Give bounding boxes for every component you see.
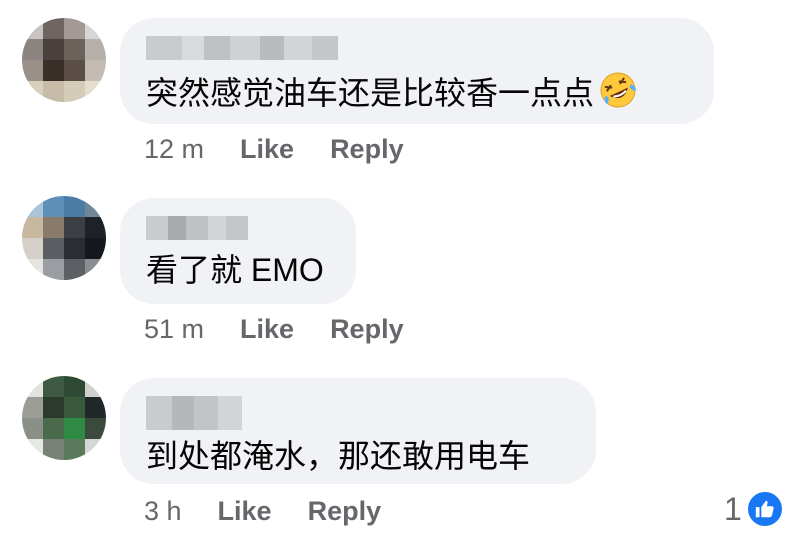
comment-bubble: 突然感觉油车还是比较香一点点 bbox=[120, 18, 714, 124]
comment-actions: 51 m Like Reply bbox=[144, 314, 440, 345]
author-name[interactable] bbox=[146, 36, 688, 60]
reaction-count: 1 bbox=[724, 490, 742, 527]
timestamp[interactable]: 3 h bbox=[144, 496, 182, 527]
avatar[interactable] bbox=[22, 196, 106, 280]
reaction-summary[interactable]: 1 bbox=[724, 490, 784, 528]
reply-button[interactable]: Reply bbox=[330, 314, 404, 345]
comment-bubble: 到处都淹水，那还敢用电车 bbox=[120, 378, 596, 484]
comment-text: 看了就 EMO bbox=[146, 252, 324, 288]
comment-actions: 12 m Like Reply bbox=[144, 134, 440, 165]
comment-text: 突然感觉油车还是比较香一点点 bbox=[146, 70, 688, 113]
avatar[interactable] bbox=[22, 376, 106, 460]
author-name[interactable] bbox=[146, 216, 330, 240]
comment-text: 到处都淹水，那还敢用电车 bbox=[146, 438, 531, 474]
reply-button[interactable]: Reply bbox=[330, 134, 404, 165]
comment-bubble: 看了就 EMO bbox=[120, 198, 356, 304]
author-name[interactable] bbox=[146, 396, 570, 430]
like-button[interactable]: Like bbox=[218, 496, 272, 527]
comment-actions: 3 h Like Reply bbox=[144, 496, 417, 527]
timestamp[interactable]: 51 m bbox=[144, 314, 204, 345]
like-button[interactable]: Like bbox=[240, 314, 294, 345]
rolling-on-floor-laughing-emoji bbox=[600, 72, 636, 108]
like-button[interactable]: Like bbox=[240, 134, 294, 165]
thumbs-up-icon bbox=[745, 490, 784, 528]
avatar[interactable] bbox=[22, 18, 106, 102]
reply-button[interactable]: Reply bbox=[308, 496, 382, 527]
timestamp[interactable]: 12 m bbox=[144, 134, 204, 165]
